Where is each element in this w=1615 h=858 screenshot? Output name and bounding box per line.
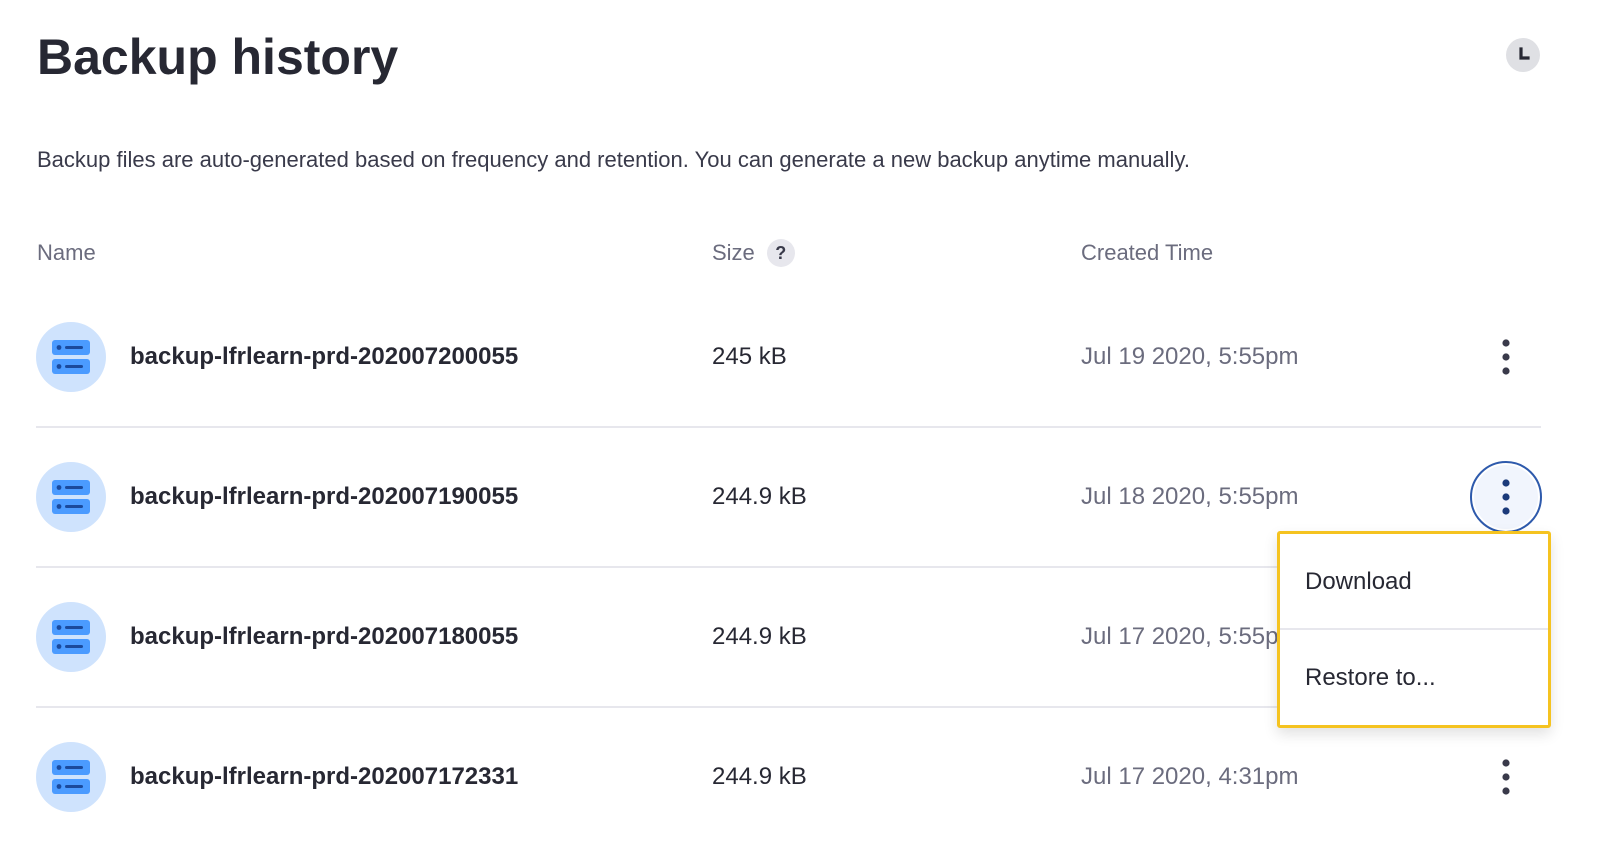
backup-file-name[interactable]: backup-lfrlearn-prd-202007200055: [130, 340, 518, 374]
row-actions-button-active[interactable]: [1470, 461, 1542, 533]
backup-file-name[interactable]: backup-lfrlearn-prd-202007172331: [130, 760, 518, 794]
menu-item-download[interactable]: Download: [1280, 534, 1548, 628]
backup-file-name[interactable]: backup-lfrlearn-prd-202007190055: [130, 480, 518, 514]
column-header-created-time[interactable]: Created Time: [1081, 236, 1213, 270]
row-actions-dropdown: Download Restore to...: [1277, 531, 1551, 728]
table-row: backup-lfrlearn-prd-202007200055 245 kB …: [0, 288, 1615, 428]
column-header-size-label: Size: [712, 240, 755, 265]
question-icon[interactable]: ?: [766, 239, 795, 267]
backup-file-size: 244.9 kB: [712, 763, 807, 790]
backup-file-size: 244.9 kB: [712, 483, 807, 510]
backup-file-name[interactable]: backup-lfrlearn-prd-202007180055: [130, 620, 518, 654]
backup-file-size: 244.9 kB: [712, 623, 807, 650]
kebab-menu-icon: [1502, 479, 1510, 515]
backup-created-time: Jul 17 2020, 5:55p: [1081, 623, 1279, 650]
row-actions-button[interactable]: [1470, 741, 1542, 813]
menu-item-restore-to[interactable]: Restore to...: [1280, 630, 1548, 724]
table-row: backup-lfrlearn-prd-202007172331 244.9 k…: [0, 708, 1615, 848]
backup-file-icon: [36, 462, 106, 532]
backup-created-time: Jul 17 2020, 4:31pm: [1081, 763, 1299, 790]
page-title: Backup history: [37, 29, 399, 85]
backup-created-time: Jul 19 2020, 5:55pm: [1081, 343, 1299, 370]
backup-file-icon: [36, 322, 106, 392]
table-header: Name Size ? Created Time: [0, 236, 1615, 270]
backup-file-icon: [36, 602, 106, 672]
kebab-menu-icon: [1502, 759, 1510, 795]
backup-file-size: 245 kB: [712, 343, 787, 370]
column-header-name[interactable]: Name: [37, 236, 96, 270]
page-description: Backup files are auto-generated based on…: [37, 147, 1190, 172]
backup-file-icon: [36, 742, 106, 812]
row-actions-button[interactable]: [1470, 321, 1542, 393]
kebab-menu-icon: [1502, 339, 1510, 375]
column-header-size[interactable]: Size ?: [712, 236, 795, 270]
backup-created-time: Jul 18 2020, 5:55pm: [1081, 483, 1299, 510]
clock-button[interactable]: [1506, 38, 1540, 72]
clock-icon: [1519, 47, 1530, 60]
